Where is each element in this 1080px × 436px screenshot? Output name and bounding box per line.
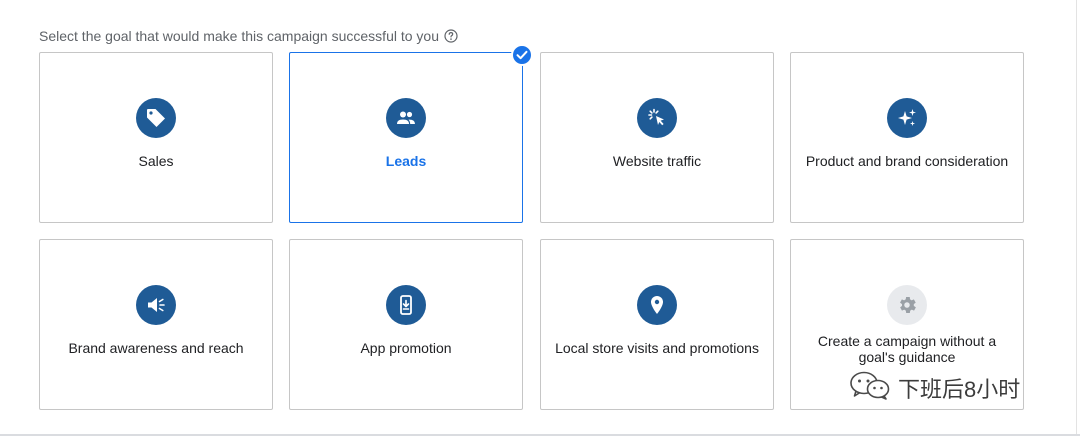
goal-card-local-store-visits[interactable]: Local store visits and promotions (540, 239, 774, 410)
goal-card-label: Create a campaign without a goal's guida… (817, 333, 997, 365)
selected-check-icon (511, 44, 533, 66)
speaker-icon (136, 285, 176, 325)
goal-card-sales[interactable]: Sales (39, 52, 273, 223)
goal-card-label: Sales (138, 153, 174, 169)
goal-card-brand-awareness[interactable]: Brand awareness and reach (39, 239, 273, 410)
goal-card-label: Leads (385, 153, 427, 169)
goal-card-app-promotion[interactable]: App promotion (289, 239, 523, 410)
goal-card-label: Brand awareness and reach (68, 340, 244, 356)
mobile-app-icon (386, 285, 426, 325)
goal-card-label: Local store visits and promotions (555, 340, 759, 356)
goal-card-label: Product and brand consideration (805, 153, 1009, 169)
cursor-click-icon (637, 98, 677, 138)
help-circle-icon[interactable] (444, 29, 458, 43)
wechat-icon (848, 370, 892, 406)
goal-prompt: Select the goal that would make this cam… (39, 26, 458, 46)
sparkle-icon (887, 98, 927, 138)
gear-icon (887, 285, 927, 325)
tag-icon (136, 98, 176, 138)
watermark-text: 下班后8小时 (898, 377, 1021, 402)
people-icon (386, 98, 426, 138)
goal-card-label: App promotion (360, 340, 452, 356)
goal-card-leads[interactable]: Leads (289, 52, 523, 223)
watermark: 下班后8小时 (848, 370, 1020, 406)
goal-card-website-traffic[interactable]: Website traffic (540, 52, 774, 223)
goal-prompt-text: Select the goal that would make this cam… (39, 28, 439, 44)
location-pin-icon (637, 285, 677, 325)
goal-card-product-brand-consideration[interactable]: Product and brand consideration (790, 52, 1024, 223)
frame-border-right (1076, 0, 1077, 436)
goal-card-label: Website traffic (612, 153, 702, 169)
